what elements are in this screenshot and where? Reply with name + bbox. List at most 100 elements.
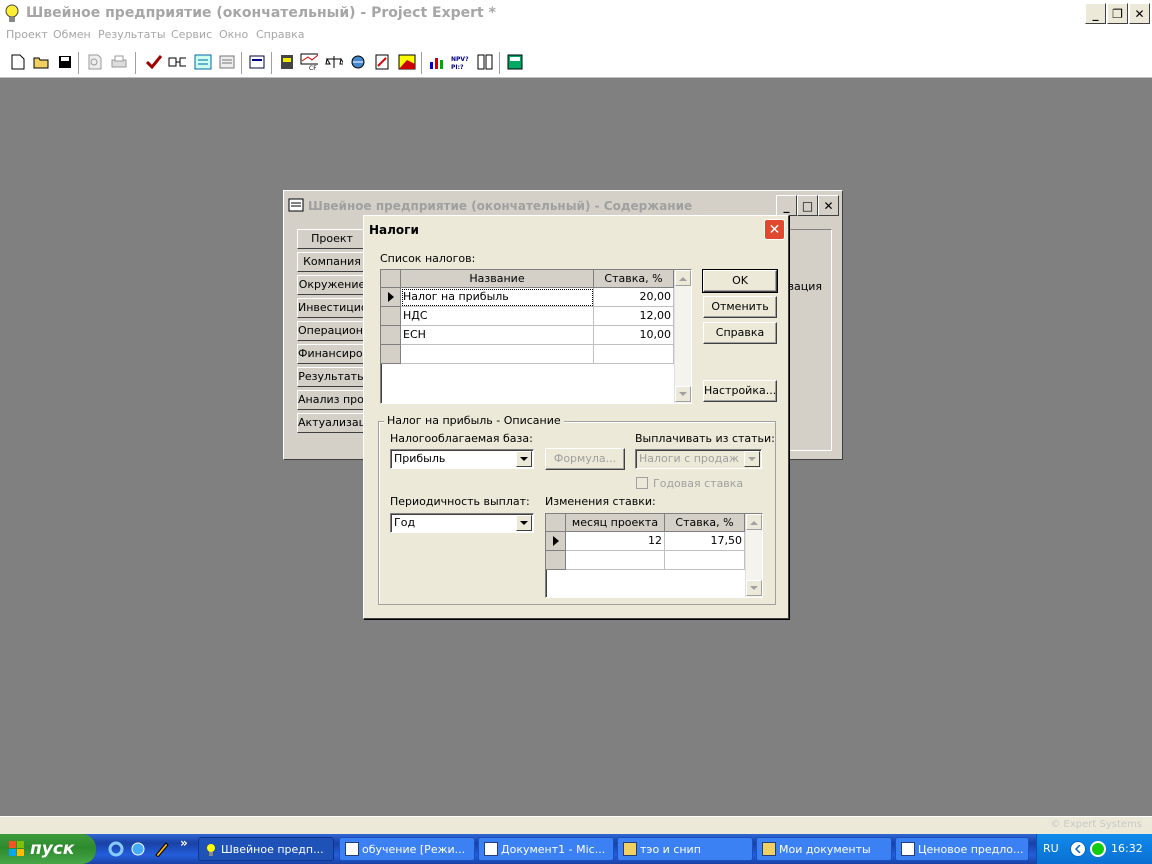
cashflow-icon[interactable]: CF xyxy=(300,53,318,71)
change-rate-cell[interactable]: 17,50 xyxy=(665,532,745,551)
rate-changes-label: Изменения ставки: xyxy=(545,495,656,508)
minimize-button[interactable]: _ xyxy=(1085,3,1106,24)
change-rate-cell[interactable] xyxy=(665,551,745,570)
tax-base-label: Налогооблагаемая база: xyxy=(390,432,533,445)
check-list-icon[interactable] xyxy=(168,53,186,71)
change-month-cell[interactable]: 12 xyxy=(566,532,665,551)
desktop-icon[interactable] xyxy=(130,841,146,857)
section-operations-button[interactable]: Операционный план xyxy=(297,321,367,341)
tax-rate-cell[interactable] xyxy=(594,345,674,364)
section-investment-button[interactable]: Инвестиционный план xyxy=(297,298,367,318)
menu-service[interactable]: Сервис xyxy=(171,28,212,41)
col-header-change-rate[interactable]: Ставка, % xyxy=(665,514,745,532)
toolbar: CF NPV? PI:? xyxy=(0,46,1152,78)
scroll-down-icon[interactable] xyxy=(675,386,691,402)
preview-icon[interactable] xyxy=(86,53,104,71)
ok-button[interactable]: OK xyxy=(702,269,778,293)
row-indicator xyxy=(546,551,566,570)
tax-name-cell[interactable] xyxy=(401,345,594,364)
task-word-document1[interactable]: Документ1 - Mic... xyxy=(478,837,614,861)
tax-list-scrollbar[interactable] xyxy=(674,270,691,403)
exchange-icon[interactable] xyxy=(194,53,212,71)
chart-icon[interactable] xyxy=(398,53,416,71)
language-indicator[interactable]: RU xyxy=(1043,842,1059,855)
globe-icon[interactable] xyxy=(349,53,367,71)
task-folder-teo[interactable]: тэо и снип xyxy=(617,837,753,861)
report-icon[interactable] xyxy=(373,53,391,71)
tax-rate-cell[interactable]: 10,00 xyxy=(594,326,674,345)
chevron-left-icon[interactable] xyxy=(1070,841,1086,857)
npv-icon[interactable]: NPV? PI:? xyxy=(450,53,472,71)
scroll-up-icon[interactable] xyxy=(675,270,691,286)
contents-maximize-button[interactable]: □ xyxy=(797,195,818,216)
tax-base-select[interactable]: Прибыль xyxy=(390,449,534,469)
quicklaunch-icon[interactable] xyxy=(154,841,170,858)
change-month-cell[interactable] xyxy=(566,551,665,570)
chevron-right-icon[interactable]: » xyxy=(180,836,188,850)
open-icon[interactable] xyxy=(32,53,50,71)
taxes-dialog: Налоги ✕ Список налогов: Название Ставка… xyxy=(363,215,789,619)
app-title: Швейное предприятие (окончательный) - Pr… xyxy=(26,5,496,21)
tax-name-cell[interactable]: Налог на прибыль xyxy=(401,288,594,307)
ie-icon[interactable] xyxy=(108,841,124,857)
task-word-training[interactable]: обучение [Режи... xyxy=(339,837,475,861)
task-my-documents[interactable]: Мои документы xyxy=(756,837,892,861)
compare-icon[interactable] xyxy=(476,53,494,71)
section-company-button[interactable]: Компания xyxy=(297,252,367,272)
bar-chart-icon[interactable] xyxy=(428,53,446,71)
task-word-price-offer[interactable]: Ценовое предло... xyxy=(895,837,1029,861)
print-icon[interactable] xyxy=(110,53,128,71)
menu-help[interactable]: Справка xyxy=(256,28,304,41)
section-actualization-button[interactable]: Актуализация xyxy=(297,413,367,433)
menu-exchange[interactable]: Обмен xyxy=(53,28,91,41)
menu-project[interactable]: Проект xyxy=(6,28,48,41)
scroll-down-icon[interactable] xyxy=(746,580,762,596)
dialog-close-button[interactable]: ✕ xyxy=(764,219,785,240)
contents-close-button[interactable]: ✕ xyxy=(818,195,839,216)
scroll-up-icon[interactable] xyxy=(746,514,762,530)
contents-window-title: Швейное предприятие (окончательный) - Со… xyxy=(308,199,693,213)
balance-icon[interactable] xyxy=(325,53,343,71)
settings-button[interactable]: Настройка... xyxy=(703,380,777,402)
contents-minimize-button[interactable]: _ xyxy=(776,195,797,216)
close-app-button[interactable]: ✕ xyxy=(1129,3,1150,24)
calculator-icon[interactable] xyxy=(506,53,524,71)
section-environment-button[interactable]: Окружение xyxy=(297,275,367,295)
period-select[interactable]: Год xyxy=(390,513,534,533)
network-icon[interactable] xyxy=(1090,841,1106,857)
row-indicator xyxy=(381,345,401,364)
save-icon[interactable] xyxy=(56,53,74,71)
chevron-down-icon[interactable] xyxy=(744,451,760,467)
menu-window[interactable]: Окно xyxy=(219,28,248,41)
tax-rate-cell[interactable]: 12,00 xyxy=(594,307,674,326)
annual-rate-checkbox[interactable] xyxy=(636,477,648,489)
cancel-button[interactable]: Отменить xyxy=(703,296,777,318)
formula-button[interactable]: Формула... xyxy=(545,448,625,470)
new-icon[interactable] xyxy=(9,53,27,71)
col-header-name[interactable]: Название xyxy=(401,270,594,288)
help-button[interactable]: Справка xyxy=(703,322,777,344)
windows-logo-icon xyxy=(9,841,24,856)
tax-name-cell[interactable]: ЕСН xyxy=(401,326,594,345)
tax-rate-cell[interactable]: 20,00 xyxy=(594,288,674,307)
section-project-button[interactable]: Проект xyxy=(297,229,367,249)
start-button[interactable]: пуск xyxy=(0,834,96,864)
book-icon[interactable] xyxy=(278,53,296,71)
pay-from-select[interactable]: Налоги с продаж xyxy=(635,449,762,469)
section-analysis-button[interactable]: Анализ проекта xyxy=(297,390,367,410)
menu-results[interactable]: Результаты xyxy=(98,28,166,41)
check-icon[interactable] xyxy=(145,53,163,71)
chevron-down-icon[interactable] xyxy=(516,515,532,531)
restore-button[interactable]: ❐ xyxy=(1107,3,1128,24)
system-tray: RU 16:32 xyxy=(1036,834,1152,864)
task-project-expert[interactable]: Швейное предп... xyxy=(198,837,334,861)
notes-icon[interactable] xyxy=(218,53,236,71)
section-financing-button[interactable]: Финансирование xyxy=(297,344,367,364)
col-header-rate[interactable]: Ставка, % xyxy=(594,270,674,288)
col-header-month[interactable]: месяц проекта xyxy=(566,514,665,532)
section-results-button[interactable]: Результаты xyxy=(297,367,367,387)
rate-changes-scrollbar[interactable] xyxy=(745,514,762,597)
tax-name-cell[interactable]: НДС xyxy=(401,307,594,326)
chevron-down-icon[interactable] xyxy=(516,451,532,467)
screen-icon[interactable] xyxy=(248,53,266,71)
